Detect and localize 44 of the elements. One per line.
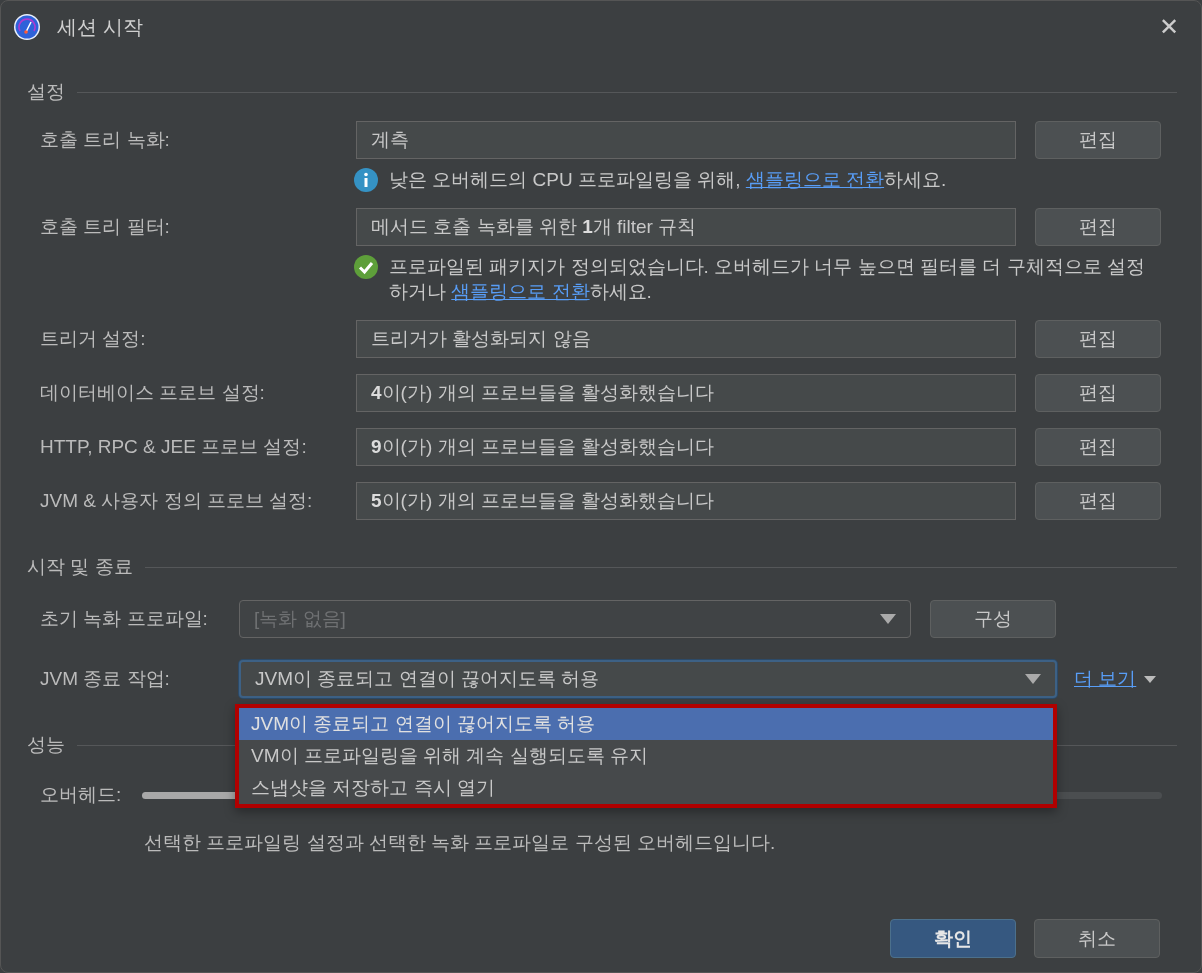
value-field: 트리거가 활성화되지 않음 bbox=[356, 320, 1016, 358]
cancel-button[interactable]: 취소 bbox=[1034, 919, 1160, 958]
value-field: 5이(가) 개의 프로브들을 활성화했습니다 bbox=[356, 482, 1016, 520]
value-field: 계측 bbox=[356, 121, 1016, 159]
section-title: 성능 bbox=[27, 733, 65, 757]
value-field: 메서드 호출 녹화를 위한 1개 filter 규칙 bbox=[356, 208, 1016, 246]
field-label: HTTP, RPC & JEE 프로브 설정: bbox=[40, 435, 308, 459]
field-label: 호출 트리 녹화: bbox=[40, 128, 171, 152]
field-label: 트리거 설정: bbox=[40, 327, 147, 351]
exit-action-dropdown[interactable]: JVM이 종료되고 연결이 끊어지도록 허용 bbox=[239, 660, 1057, 698]
window-title: 세션 시작 bbox=[57, 14, 143, 40]
section-title: 설정 bbox=[27, 80, 65, 104]
dropdown-option[interactable]: JVM이 종료되고 연결이 끊어지도록 허용 bbox=[239, 708, 1053, 740]
gauge-icon bbox=[13, 13, 41, 41]
edit-button[interactable]: 편집 bbox=[1035, 482, 1161, 520]
field-label: 오버헤드: bbox=[40, 783, 123, 807]
description-text: 선택한 프로파일링 설정과 선택한 녹화 프로파일로 구성된 오버헤드입니다. bbox=[144, 831, 777, 855]
value-field: 9이(가) 개의 프로브들을 활성화했습니다 bbox=[356, 428, 1016, 466]
info-icon bbox=[354, 168, 378, 192]
close-button[interactable]: ✕ bbox=[1152, 13, 1185, 41]
note-text: 낮은 오버헤드의 CPU 프로파일링을 위해, 샘플링으로 전환하세요. bbox=[389, 168, 947, 192]
dropdown-option[interactable]: 스냅샷을 저장하고 즉시 열기 bbox=[239, 772, 1053, 804]
caret-icon bbox=[1144, 675, 1157, 683]
edit-button[interactable]: 편집 bbox=[1035, 374, 1161, 412]
edit-button[interactable]: 편집 bbox=[1035, 428, 1161, 466]
switch-link[interactable]: 샘플링으로 전환 bbox=[451, 281, 590, 302]
checkmark-icon bbox=[354, 255, 378, 279]
field-label: 초기 녹화 프로파일: bbox=[40, 607, 209, 631]
caret-icon bbox=[880, 614, 896, 624]
field-label: JVM 종료 작업: bbox=[40, 667, 171, 691]
ok-button[interactable]: 확인 bbox=[890, 919, 1016, 958]
section-title: 시작 및 종료 bbox=[27, 555, 133, 579]
field-label: 호출 트리 필터: bbox=[40, 215, 171, 239]
edit-button[interactable]: 편집 bbox=[1035, 208, 1161, 246]
value-field: 4이(가) 개의 프로브들을 활성화했습니다 bbox=[356, 374, 1016, 412]
edit-button[interactable]: 편집 bbox=[1035, 121, 1161, 159]
more-link[interactable]: 더 보기 bbox=[1074, 666, 1137, 692]
field-label: JVM & 사용자 정의 프로브 설정: bbox=[40, 489, 314, 513]
field-label: 데이터베이스 프로브 설정: bbox=[40, 381, 266, 405]
edit-button[interactable]: 편집 bbox=[1035, 320, 1161, 358]
caret-icon bbox=[1025, 674, 1041, 684]
dropdown-option[interactable]: VM이 프로파일링을 위해 계속 실행되도록 유지 bbox=[239, 740, 1053, 772]
switch-link[interactable]: 샘플링으로 전환 bbox=[745, 169, 885, 190]
note-text: 프로파일된 패키지가 정의되었습니다. 오버헤드가 너무 높으면 필터를 더 구체적으로 설정하거나 샘플링으로 전환하세요. bbox=[389, 255, 1146, 304]
